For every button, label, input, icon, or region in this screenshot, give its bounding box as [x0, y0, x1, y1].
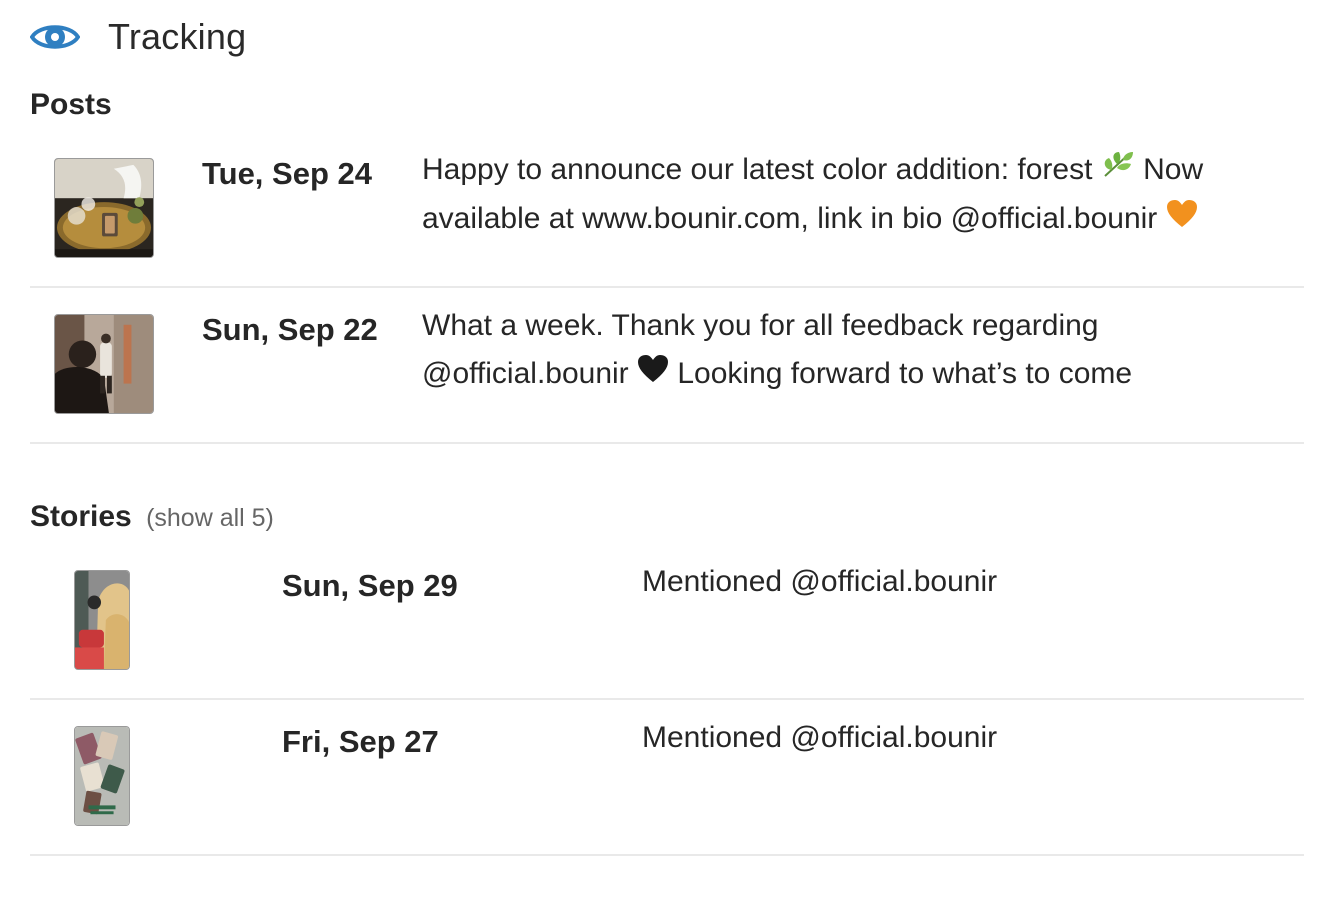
story-thumbnail[interactable] — [74, 570, 130, 670]
story-date: Fri, Sep 27 — [282, 724, 439, 759]
story-row[interactable]: Fri, Sep 27 Mentioned @official.bounir — [30, 700, 1304, 856]
post-row[interactable]: Sun, Sep 22 What a week. Thank you for a… — [30, 288, 1304, 444]
leaf-emoji-icon — [1101, 147, 1135, 195]
story-caption: Mentioned @official.bounir — [642, 565, 998, 598]
posts-list: Tue, Sep 24 Happy to announce our latest… — [30, 132, 1304, 444]
stories-section-title: Stories (show all 5) — [30, 500, 274, 534]
post-thumbnail[interactable] — [54, 314, 154, 414]
stories-title: Stories — [30, 500, 132, 533]
post-thumbnail[interactable] — [54, 158, 154, 258]
eye-icon — [29, 20, 81, 54]
post-date: Sun, Sep 22 — [202, 312, 378, 347]
stories-list: Sun, Sep 29 Mentioned @official.bounir F… — [30, 544, 1304, 856]
story-date: Sun, Sep 29 — [282, 568, 458, 603]
post-caption: Happy to announce our latest color addit… — [422, 146, 1292, 244]
post-caption: What a week. Thank you for all feedback … — [422, 302, 1202, 399]
posts-title: Posts — [30, 88, 112, 121]
page-header: Tracking — [29, 14, 247, 60]
show-all-stories-link[interactable]: (show all 5) — [146, 504, 274, 532]
black-heart-emoji-icon — [637, 351, 669, 399]
post-row[interactable]: Tue, Sep 24 Happy to announce our latest… — [30, 132, 1304, 288]
post-caption-text: Happy to announce our latest color addit… — [422, 153, 1093, 186]
post-caption-text: Looking forward to what’s to come — [677, 357, 1133, 390]
orange-heart-emoji-icon — [1166, 196, 1198, 244]
story-caption: Mentioned @official.bounir — [642, 721, 998, 754]
page-title: Tracking — [108, 16, 247, 57]
posts-section-title: Posts — [30, 88, 112, 122]
post-date: Tue, Sep 24 — [202, 156, 372, 191]
story-row[interactable]: Sun, Sep 29 Mentioned @official.bounir — [30, 544, 1304, 700]
story-thumbnail[interactable] — [74, 726, 130, 826]
